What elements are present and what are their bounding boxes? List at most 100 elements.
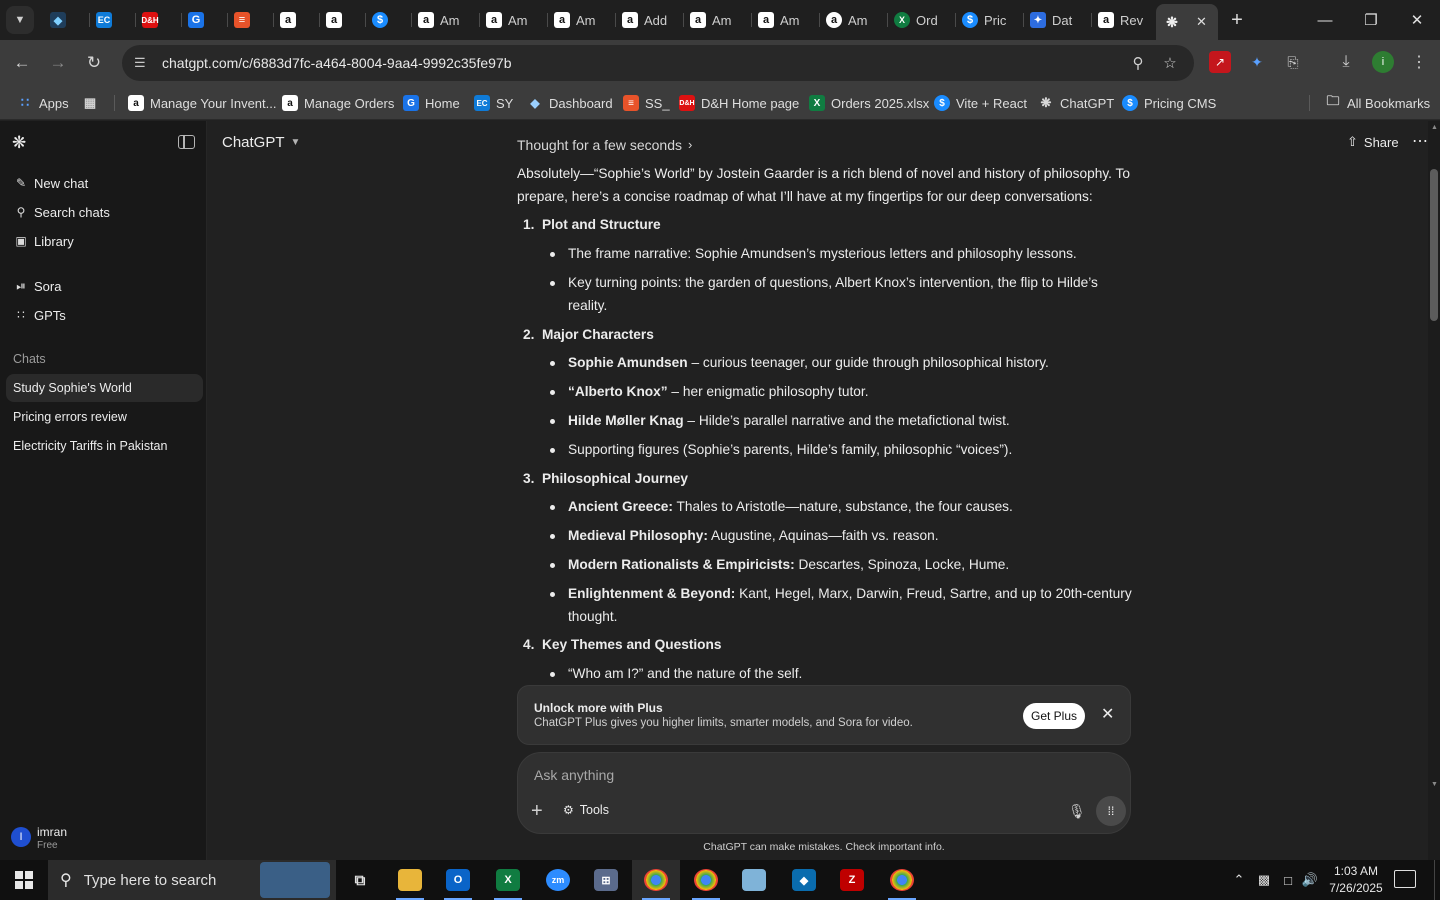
bookmark-item[interactable]: G Home: [403, 92, 460, 114]
system-clock[interactable]: 1:03 AM 7/26/2025: [1320, 863, 1392, 897]
taskbar-app[interactable]: [386, 860, 434, 900]
taskbar-app-active[interactable]: [632, 860, 680, 900]
openai-logo-icon[interactable]: ❋: [12, 133, 32, 153]
browser-tab[interactable]: $: [366, 6, 412, 34]
chat-history-item[interactable]: Electricity Tariffs in Pakistan: [6, 432, 203, 460]
taskbar-app[interactable]: [878, 860, 926, 900]
sidebar-item-new-chat[interactable]: ✎ New chat: [6, 169, 202, 197]
taskbar-app[interactable]: [730, 860, 778, 900]
sidebar-item-gpts[interactable]: ∷ GPTs: [6, 301, 202, 329]
site-info-icon[interactable]: ☰: [134, 55, 152, 71]
forward-button[interactable]: →: [44, 49, 72, 77]
browser-tab[interactable]: EC: [90, 6, 136, 34]
browser-tab[interactable]: D&H: [136, 6, 182, 34]
user-account-button[interactable]: I imran Free: [0, 816, 207, 860]
menu-kebab-icon[interactable]: ⋮: [1408, 51, 1430, 73]
taskbar-app[interactable]: zm: [534, 860, 582, 900]
bookmark-item[interactable]: a Manage Orders: [282, 92, 394, 114]
volume-icon[interactable]: 🔊: [1299, 860, 1321, 900]
taskbar-app[interactable]: X: [484, 860, 532, 900]
sidebar-toggle-icon[interactable]: [178, 135, 195, 149]
share-button[interactable]: ⇧ Share: [1347, 134, 1399, 150]
taskbar-app[interactable]: O: [434, 860, 482, 900]
start-button[interactable]: [0, 860, 48, 900]
reload-button[interactable]: ↻: [80, 49, 108, 77]
taskbar-app[interactable]: ◆: [780, 860, 828, 900]
browser-tab[interactable]: a Am: [480, 6, 548, 34]
show-desktop-button[interactable]: [1434, 860, 1440, 900]
bookmark-item[interactable]: ◆ Dashboard: [527, 92, 612, 114]
all-bookmarks-button[interactable]: 🗀 All Bookmarks: [1325, 92, 1430, 114]
bookmark-item[interactable]: a Manage Your Invent...: [128, 92, 276, 114]
show-hidden-icons[interactable]: ⌃: [1229, 860, 1249, 900]
get-plus-button[interactable]: Get Plus: [1023, 703, 1085, 729]
browser-tab[interactable]: a Rev: [1092, 6, 1156, 34]
browser-tab[interactable]: a Am: [752, 6, 820, 34]
close-icon[interactable]: ✕: [1101, 704, 1114, 724]
browser-tab[interactable]: a Am: [548, 6, 616, 34]
bookmark-star-icon[interactable]: ☆: [1160, 53, 1180, 73]
zoom-icon[interactable]: ⚲: [1128, 53, 1148, 73]
tray-app-icon[interactable]: ▩: [1253, 860, 1275, 900]
taskbar-search[interactable]: ⚲ Type here to search: [48, 860, 336, 900]
browser-tab[interactable]: G: [182, 6, 228, 34]
scrollbar-thumb[interactable]: [1430, 169, 1438, 321]
browser-tab[interactable]: a Am: [412, 6, 480, 34]
voice-mode-button[interactable]: ⁞⁞: [1096, 796, 1126, 826]
notifications-icon[interactable]: [1394, 870, 1416, 888]
bookmark-item[interactable]: $ Vite + React: [934, 92, 1027, 114]
extension-blue-icon[interactable]: ✦: [1246, 51, 1268, 73]
chat-history-item[interactable]: Pricing errors review: [6, 403, 203, 431]
close-window-button[interactable]: ✕: [1394, 0, 1440, 40]
taskbar-app[interactable]: [682, 860, 730, 900]
new-tab-button[interactable]: +: [1225, 8, 1249, 32]
network-icon[interactable]: □: [1277, 860, 1299, 900]
microphone-icon[interactable]: 🎙: [1068, 803, 1086, 820]
back-button[interactable]: ←: [8, 49, 36, 77]
chat-history-item[interactable]: Study Sophie's World: [6, 374, 203, 402]
attach-plus-icon[interactable]: +: [531, 801, 543, 821]
bookmark-item[interactable]: ≡ SS_: [623, 92, 670, 114]
browser-tab-active[interactable]: ❋ ✕: [1156, 4, 1218, 40]
taskbar-app[interactable]: ⊞: [582, 860, 630, 900]
bookmark-item[interactable]: ❋ ChatGPT: [1038, 92, 1115, 114]
sidebar-item-search-chats[interactable]: ⚲ Search chats: [6, 198, 202, 226]
profile-avatar-icon[interactable]: i: [1372, 51, 1394, 73]
browser-tab[interactable]: ◆: [44, 6, 90, 34]
taskbar-app[interactable]: Z: [828, 860, 876, 900]
scrollbar[interactable]: ▲ ▼: [1428, 121, 1440, 860]
browser-tab[interactable]: X Ord: [888, 6, 956, 34]
browser-tab[interactable]: ≡: [228, 6, 274, 34]
tab-search-button[interactable]: ▼: [6, 6, 34, 34]
more-options-icon[interactable]: ⋯: [1412, 131, 1429, 151]
bookmark-item[interactable]: D&H D&H Home page: [679, 92, 799, 114]
bookmark-apps[interactable]: ∷ Apps: [17, 92, 69, 114]
thought-toggle[interactable]: Thought for a few seconds ›: [517, 134, 1137, 157]
browser-tab[interactable]: a Am: [820, 6, 888, 34]
sidebar-item-library[interactable]: ▣ Library: [6, 227, 202, 255]
sidebar-item-sora[interactable]: ⏯ Sora: [6, 272, 202, 300]
close-tab-icon[interactable]: ✕: [1196, 14, 1207, 30]
minimize-button[interactable]: —: [1302, 0, 1348, 40]
browser-tab[interactable]: a Add: [616, 6, 684, 34]
browser-tab[interactable]: $ Pric: [956, 6, 1024, 34]
browser-tab[interactable]: a Am: [684, 6, 752, 34]
scroll-up-icon[interactable]: ▲: [1431, 124, 1438, 131]
prompt-input[interactable]: Ask anything: [534, 767, 614, 783]
download-icon[interactable]: ⤓: [1335, 51, 1357, 73]
scroll-down-icon[interactable]: ▼: [1431, 781, 1438, 788]
bookmark-item[interactable]: EC SY: [474, 92, 513, 114]
browser-tab[interactable]: a: [274, 6, 320, 34]
bookmark-item[interactable]: X Orders 2025.xlsx: [809, 92, 929, 114]
restore-button[interactable]: ❐: [1348, 0, 1394, 40]
browser-tab[interactable]: a: [320, 6, 366, 34]
model-selector[interactable]: ChatGPT ▼: [222, 134, 300, 151]
bookmark-item[interactable]: $ Pricing CMS: [1122, 92, 1216, 114]
url-text[interactable]: chatgpt.com/c/6883d7fc-a464-8004-9aa4-99…: [162, 55, 511, 71]
tools-button[interactable]: ⚙ Tools: [563, 803, 609, 817]
address-bar[interactable]: ☰ chatgpt.com/c/6883d7fc-a464-8004-9aa4-…: [122, 45, 1194, 81]
extension-red-icon[interactable]: ↗: [1209, 51, 1231, 73]
task-view-button[interactable]: ⧉: [336, 860, 384, 900]
tab-groups-button[interactable]: ▦: [82, 92, 104, 114]
browser-tab[interactable]: ✦ Dat: [1024, 6, 1092, 34]
